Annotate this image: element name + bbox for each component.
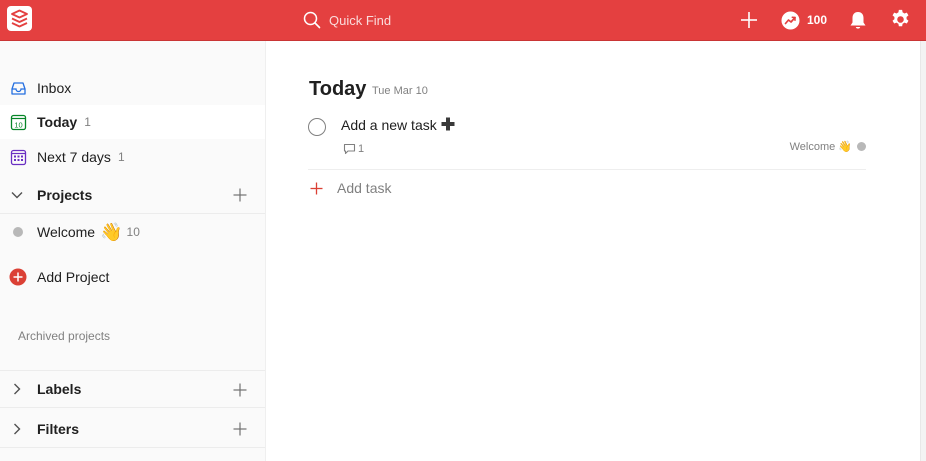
add-project-button[interactable]: Add Project — [0, 260, 265, 294]
calendar-week-icon — [9, 148, 27, 166]
add-task-button[interactable]: Add task — [310, 180, 391, 196]
project-color-dot-icon — [857, 142, 866, 151]
calendar-today-icon: 10 — [9, 113, 27, 131]
sidebar-item-project-welcome[interactable]: Welcome 👋 10 — [0, 215, 265, 249]
search-icon — [303, 11, 321, 29]
labels-label: Labels — [37, 381, 82, 397]
add-circle-icon — [9, 268, 27, 286]
main-content: Today Tue Mar 10 Add a new task 1 Welcom… — [266, 41, 920, 461]
task-complete-checkbox[interactable] — [308, 118, 326, 136]
quick-add-button[interactable] — [738, 9, 760, 31]
comment-count: 1 — [358, 143, 365, 155]
top-bar: Quick Find 100 — [0, 0, 926, 41]
plus-icon — [741, 12, 757, 28]
task-project-name: Welcome 👋 — [789, 141, 852, 153]
chevron-right-icon[interactable] — [10, 422, 24, 436]
labels-section-header[interactable]: Labels — [0, 370, 265, 408]
waving-hand-emoji: 👋 — [100, 221, 123, 242]
calendar-day-number: 10 — [14, 120, 22, 129]
project-task-count: 10 — [126, 225, 140, 239]
chevron-right-icon[interactable] — [10, 382, 24, 396]
sidebar-item-next-7-days[interactable]: Next 7 days 1 — [0, 140, 265, 174]
add-filter-plus-icon[interactable] — [233, 422, 247, 436]
add-task-label: Add task — [337, 180, 392, 196]
filters-label: Filters — [37, 420, 80, 437]
task-project-tag[interactable]: Welcome 👋 — [790, 140, 866, 153]
add-project-plus-icon[interactable] — [233, 188, 247, 202]
karma-score: 100 — [807, 13, 828, 27]
project-color-dot-icon — [9, 223, 27, 241]
page-date: Tue Mar 10 — [372, 85, 428, 97]
karma-button[interactable]: 100 — [781, 9, 827, 31]
plus-icon — [310, 182, 323, 194]
sidebar-item-today[interactable]: 10 Today 1 — [0, 105, 265, 139]
task-divider — [308, 169, 866, 170]
settings-button[interactable] — [889, 8, 912, 31]
projects-label: Projects — [37, 186, 93, 203]
bell-icon — [850, 12, 866, 29]
scrollbar-track[interactable] — [920, 41, 926, 461]
sidebar-item-label: Inbox — [37, 80, 72, 96]
chevron-down-icon[interactable] — [10, 188, 24, 202]
productivity-icon — [781, 11, 800, 29]
add-project-label: Add Project — [37, 269, 110, 285]
filters-section-header[interactable]: Filters — [0, 410, 265, 448]
projects-section-header[interactable]: Projects — [0, 176, 265, 214]
project-name: Welcome — [37, 224, 96, 240]
sidebar-item-label: Today — [37, 114, 78, 130]
sidebar-item-count: 1 — [117, 150, 125, 164]
add-label-plus-icon[interactable] — [233, 383, 247, 397]
sidebar: Inbox 10 Today 1 Next 7 days 1 Projects … — [0, 41, 266, 461]
heavy-plus-icon — [440, 116, 456, 132]
app-logo-icon[interactable] — [7, 6, 32, 31]
task-comments-button[interactable]: 1 — [343, 143, 364, 155]
comment-icon — [343, 143, 356, 155]
sidebar-item-label: Next 7 days — [37, 149, 111, 165]
page-title: Today — [309, 78, 367, 100]
quick-find-search[interactable]: Quick Find — [303, 9, 563, 31]
archived-projects-link[interactable]: Archived projects — [18, 329, 110, 343]
gear-icon — [892, 9, 909, 27]
task-content[interactable]: Add a new task — [341, 117, 437, 133]
inbox-icon — [9, 79, 27, 97]
notifications-button[interactable] — [847, 9, 869, 31]
sidebar-item-count: 1 — [84, 115, 91, 129]
sidebar-item-inbox[interactable]: Inbox — [0, 71, 265, 105]
search-input[interactable]: Quick Find — [329, 13, 391, 28]
